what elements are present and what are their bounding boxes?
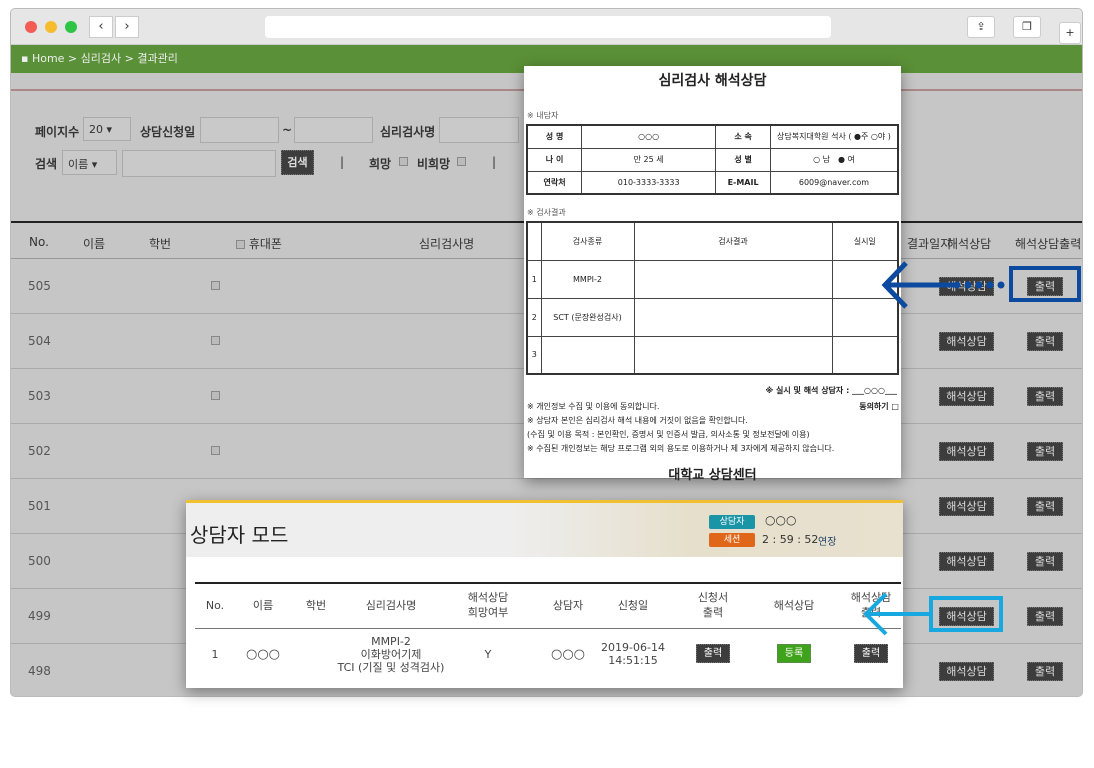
highlight-print-box (1009, 266, 1081, 302)
highlight-consult-box (929, 596, 1003, 632)
arrow-dark-dots (953, 281, 1005, 289)
annotation-overlay (863, 261, 1081, 636)
